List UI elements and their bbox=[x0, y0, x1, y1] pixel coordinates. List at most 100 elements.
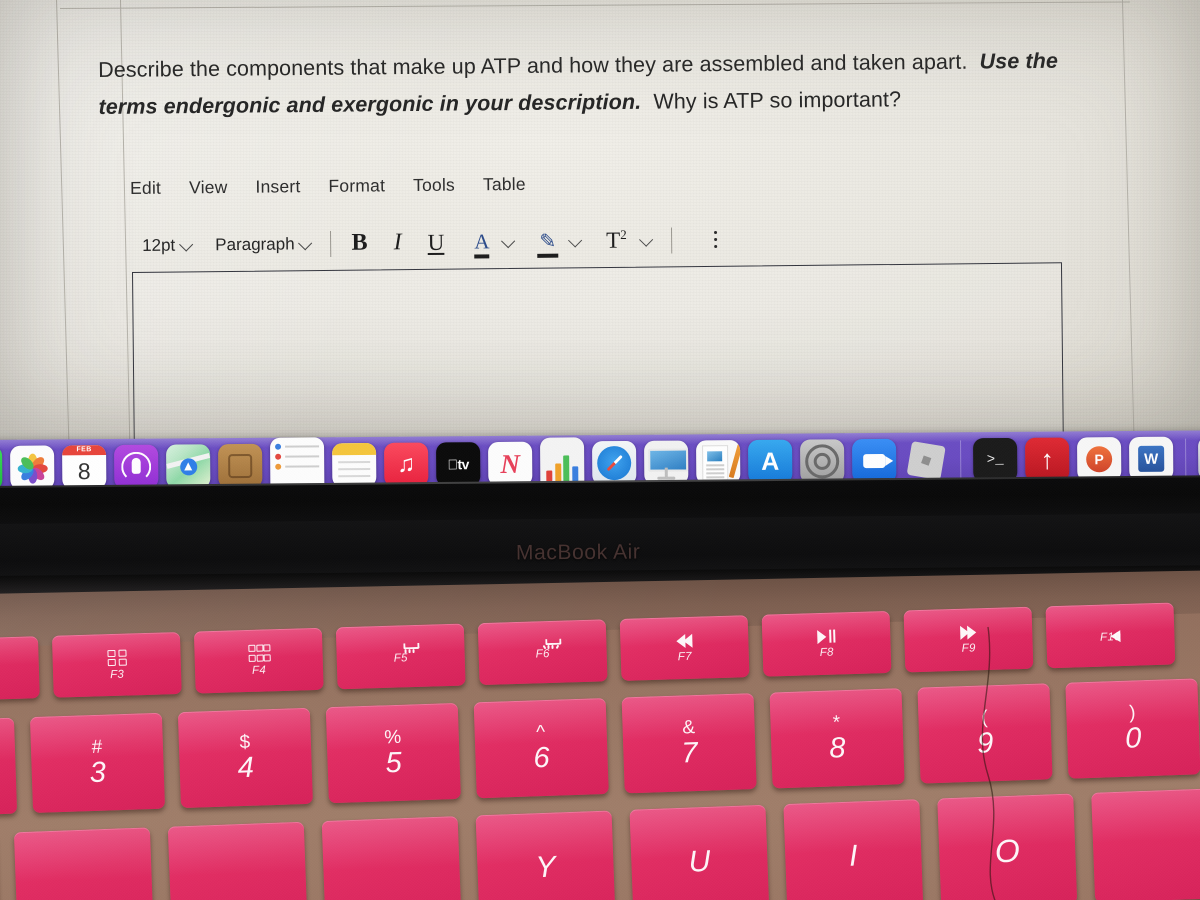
dock-icon-facetime[interactable] bbox=[0, 445, 3, 491]
key-2[interactable]: 2 bbox=[0, 717, 18, 818]
font-color-button[interactable]: A bbox=[474, 229, 516, 254]
acrobat-letter-icon: ↑ bbox=[1040, 444, 1055, 475]
menu-item-view[interactable]: View bbox=[189, 177, 228, 198]
dock-icon-photos[interactable] bbox=[10, 445, 55, 490]
dock-icon-powerpoint[interactable]: P bbox=[1077, 437, 1122, 482]
key-0[interactable]: ) 0 bbox=[1065, 678, 1200, 779]
dock-icon-podcasts[interactable] bbox=[114, 444, 159, 489]
key-f3-label: F3 bbox=[109, 668, 125, 681]
key-i-label: I bbox=[848, 839, 859, 873]
chevron-down-icon[interactable] bbox=[638, 232, 653, 247]
key-letter-9[interactable] bbox=[1091, 787, 1200, 900]
dock-icon-safari[interactable] bbox=[592, 440, 637, 486]
dock-icon-keynote[interactable] bbox=[644, 440, 689, 485]
key-7[interactable]: & 7 bbox=[621, 693, 757, 794]
dock-icon-terminal[interactable]: >_ bbox=[973, 437, 1018, 483]
dock-icon-maps[interactable] bbox=[166, 444, 211, 489]
key-4[interactable]: $ 4 bbox=[177, 707, 313, 809]
key-letter-3[interactable] bbox=[167, 821, 308, 900]
highlight-button[interactable]: ✎ bbox=[539, 230, 583, 252]
menu-item-tools[interactable]: Tools bbox=[413, 175, 455, 196]
dock-icon-roblox[interactable] bbox=[904, 438, 948, 482]
key-f4[interactable]: F4 bbox=[193, 627, 324, 694]
editor-toolbar[interactable]: 12pt Paragraph B I U A ✎ T2 bbox=[142, 225, 822, 259]
menu-item-insert[interactable]: Insert bbox=[255, 176, 300, 197]
key-4-lower: 4 bbox=[237, 751, 255, 785]
key-letter-2[interactable] bbox=[13, 827, 154, 900]
key-f8-label: F8 bbox=[819, 646, 834, 659]
key-4-upper: $ bbox=[239, 731, 251, 754]
block-format-dropdown[interactable]: Paragraph bbox=[215, 234, 313, 255]
key-5[interactable]: % 5 bbox=[325, 702, 461, 804]
chevron-down-icon bbox=[298, 235, 313, 250]
italic-button[interactable]: I bbox=[393, 229, 401, 256]
editor-menubar[interactable]: Edit View Insert Format Tools Table bbox=[130, 173, 600, 199]
menu-item-edit[interactable]: Edit bbox=[130, 178, 161, 199]
menu-item-table[interactable]: Table bbox=[483, 174, 526, 195]
question-line-1-text: Describe the components that make up ATP… bbox=[98, 49, 968, 82]
chevron-down-icon[interactable] bbox=[568, 232, 583, 248]
key-f2[interactable]: F2 bbox=[0, 636, 40, 702]
terminal-prompt-icon: >_ bbox=[986, 452, 1004, 469]
question-line-2-emphasis: terms endergonic and exergonic in your d… bbox=[98, 89, 642, 119]
key-f6[interactable]: F6 bbox=[477, 619, 608, 686]
dock-icon-news[interactable]: N bbox=[488, 441, 533, 487]
key-f3[interactable]: F3 bbox=[51, 631, 182, 698]
dock-icon-system-preferences[interactable] bbox=[800, 439, 845, 484]
fast-forward-icon bbox=[960, 624, 977, 640]
superscript-button[interactable]: T2 bbox=[606, 227, 653, 254]
key-f8[interactable]: F8 bbox=[761, 610, 892, 677]
dock-separator bbox=[960, 440, 962, 481]
appletv-label: tv bbox=[447, 456, 469, 473]
menu-item-format[interactable]: Format bbox=[328, 175, 385, 197]
key-f10-label: F10 bbox=[1099, 630, 1121, 644]
key-u[interactable]: U bbox=[629, 804, 770, 900]
font-size-dropdown[interactable]: 12pt bbox=[142, 235, 194, 256]
dock-icon-zoom[interactable] bbox=[852, 438, 897, 484]
calendar-month-label: FEB bbox=[62, 445, 107, 456]
key-y[interactable]: Y bbox=[475, 810, 616, 900]
key-9[interactable]: ( 9 bbox=[917, 683, 1053, 784]
dock-icon-appstore[interactable]: A bbox=[748, 439, 793, 485]
key-o-label: O bbox=[994, 832, 1021, 870]
key-f9[interactable]: F9 bbox=[903, 606, 1034, 673]
toolbar-divider-2 bbox=[670, 226, 672, 253]
font-size-value: 12pt bbox=[142, 235, 176, 255]
key-5-upper: % bbox=[384, 726, 402, 749]
key-6[interactable]: ^ 6 bbox=[473, 697, 609, 799]
key-f7[interactable]: F7 bbox=[619, 615, 750, 681]
dock-icon-acrobat[interactable]: ↑ bbox=[1025, 437, 1070, 482]
key-6-upper: ^ bbox=[535, 722, 546, 744]
dock-icon-word[interactable]: W bbox=[1129, 436, 1174, 482]
mission-control-icon bbox=[106, 649, 127, 666]
key-f5-label: F5 bbox=[393, 651, 408, 665]
more-options-icon[interactable] bbox=[713, 230, 718, 249]
key-8-lower: 8 bbox=[828, 732, 846, 765]
dock-icon-pages[interactable] bbox=[696, 440, 741, 485]
question-prompt: Describe the components that make up ATP… bbox=[98, 42, 1109, 126]
key-letter-4[interactable] bbox=[321, 816, 462, 900]
appstore-letter-icon: A bbox=[761, 447, 780, 476]
italic-label: I bbox=[393, 229, 402, 256]
key-f5[interactable]: F5 bbox=[335, 623, 466, 690]
bold-button[interactable]: B bbox=[351, 230, 367, 257]
dock-icon-music[interactable]: ♫ bbox=[384, 442, 429, 487]
calendar-day-number: 8 bbox=[77, 458, 91, 485]
key-3[interactable]: # 3 bbox=[29, 712, 166, 814]
map-pin-icon bbox=[179, 457, 197, 475]
dock-icon-calendar[interactable]: FEB 8 bbox=[62, 445, 107, 490]
key-o[interactable]: O bbox=[937, 793, 1078, 900]
dock-icon-notes[interactable] bbox=[332, 442, 377, 488]
underline-label: U bbox=[427, 229, 445, 255]
dock-icon-mail[interactable] bbox=[218, 443, 263, 489]
dock-icon-appletv[interactable]: tv bbox=[436, 442, 481, 487]
answer-textarea[interactable] bbox=[132, 262, 1064, 449]
underline-button[interactable]: U bbox=[427, 229, 444, 255]
key-0-upper: ) bbox=[1128, 702, 1136, 724]
podcast-antenna-icon bbox=[121, 451, 152, 482]
key-f10[interactable]: F10 bbox=[1045, 602, 1176, 669]
chevron-down-icon[interactable] bbox=[501, 233, 516, 248]
key-8[interactable]: * 8 bbox=[769, 688, 905, 789]
key-u-label: U bbox=[687, 844, 711, 879]
key-i[interactable]: I bbox=[783, 799, 924, 900]
